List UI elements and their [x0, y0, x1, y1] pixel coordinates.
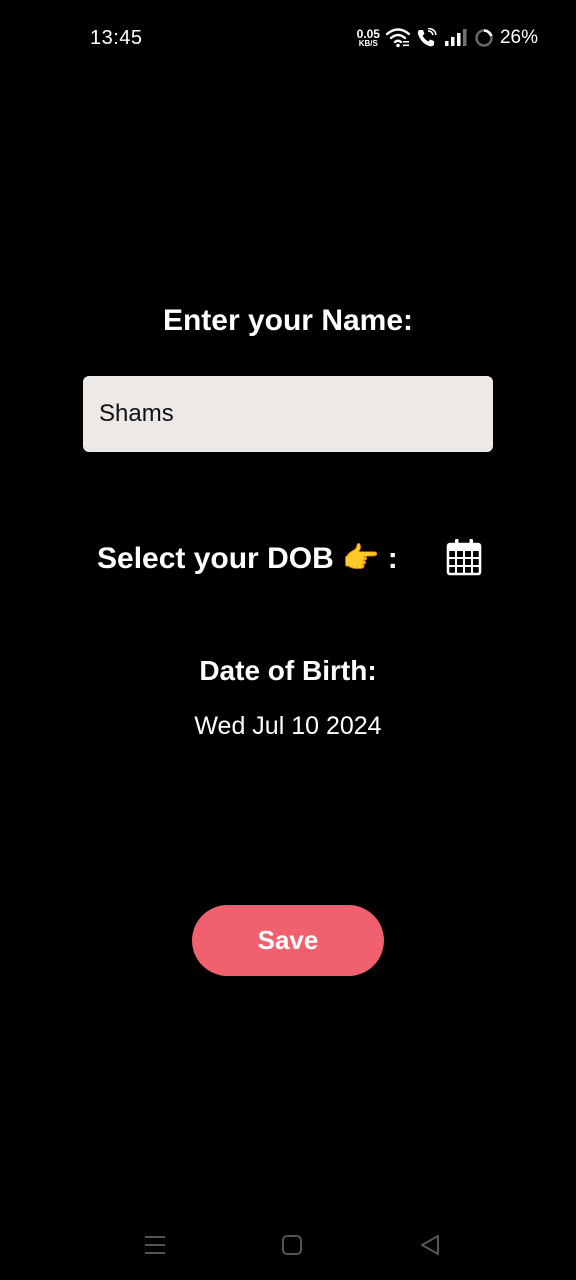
home-icon[interactable]	[278, 1232, 306, 1258]
status-time: 13:45	[90, 27, 143, 49]
name-input[interactable]	[83, 376, 493, 452]
navigation-bar	[0, 1220, 576, 1270]
signal-icon	[444, 29, 467, 46]
back-icon[interactable]	[416, 1232, 444, 1258]
menu-icon[interactable]	[141, 1232, 169, 1258]
dob-value: Wed Jul 10 2024	[194, 712, 382, 740]
wifi-icon	[385, 28, 410, 48]
dob-row: Select your DOB 👉 :	[97, 536, 398, 580]
network-speed-unit: KB/S	[358, 39, 378, 48]
dob-label: Select your DOB 👉 :	[97, 541, 398, 575]
battery-percentage: 26%	[499, 27, 538, 48]
save-button[interactable]: Save	[192, 905, 384, 976]
status-bar: 13:45 0.05 KB/S 26%	[0, 0, 576, 76]
name-heading: Enter your Name:	[162, 304, 414, 337]
network-speed: 0.05 KB/S	[357, 28, 380, 48]
battery-ring-icon	[475, 29, 493, 47]
status-icons: 0.05 KB/S 26%	[357, 26, 538, 50]
screen: 13:45 0.05 KB/S 26% Enter your Name: Sha…	[0, 0, 576, 1280]
dob-title: Date of Birth:	[199, 655, 377, 686]
calendar-icon[interactable]	[446, 538, 482, 576]
wifi-call-icon	[417, 28, 437, 47]
